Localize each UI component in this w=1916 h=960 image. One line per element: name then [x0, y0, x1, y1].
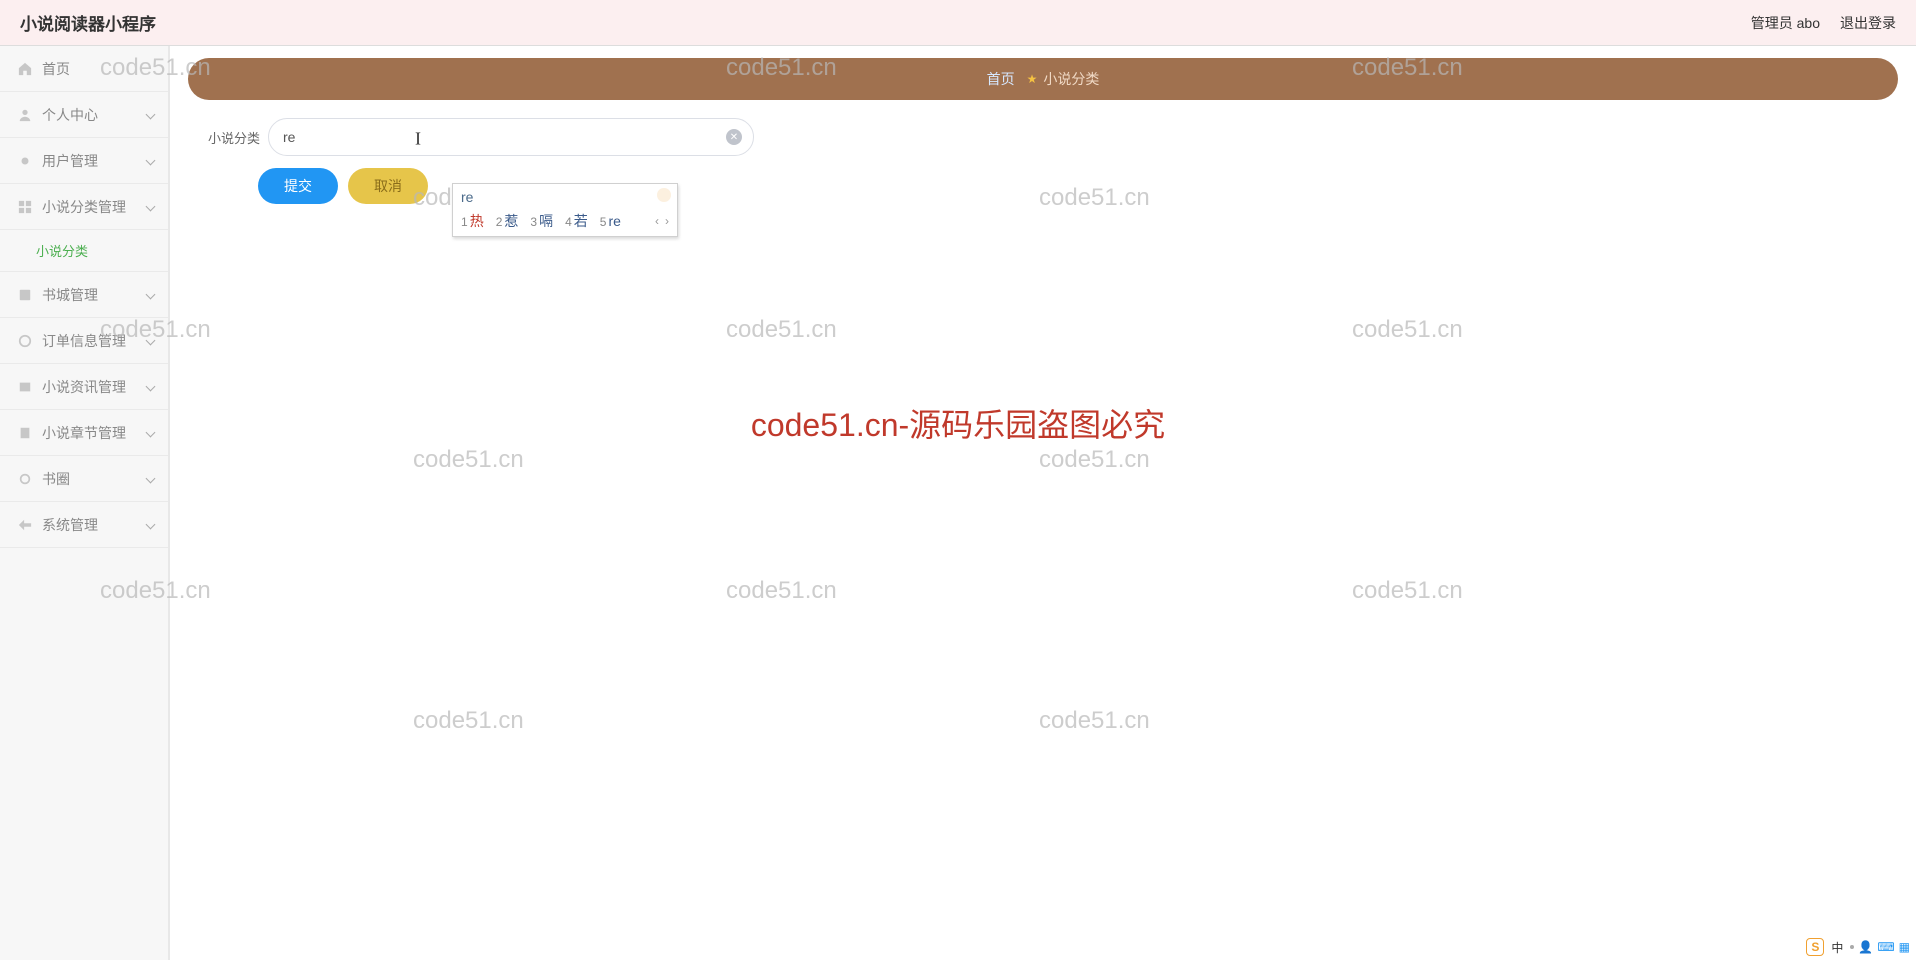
ime-lang-indicator[interactable]: 中	[1831, 939, 1843, 956]
sidebar-item-home[interactable]: 首页	[0, 46, 168, 92]
ime-prev-icon[interactable]: ‹	[655, 214, 659, 228]
sogou-logo-icon: S	[1806, 938, 1824, 956]
sidebar-item-category[interactable]: 小说分类管理	[0, 184, 168, 230]
sidebar-item-label: 小说分类管理	[42, 197, 126, 217]
ime-status-bar[interactable]: S 中 👤 ⌨ ▦	[1806, 938, 1910, 956]
admin-label[interactable]: 管理员 abo	[1751, 13, 1820, 33]
ime-candidate[interactable]: 3嗝	[530, 211, 553, 231]
ime-dot-icon	[1850, 945, 1854, 949]
ime-composition: re	[453, 184, 677, 208]
sidebar-item-news[interactable]: 小说资讯管理	[0, 364, 168, 410]
news-icon	[18, 380, 32, 394]
ime-candidate-popup: re 1热 2惹 3嗝 4若 5re ‹ ›	[452, 183, 678, 237]
sidebar-item-profile[interactable]: 个人中心	[0, 92, 168, 138]
ime-grid-icon[interactable]: ▦	[1899, 940, 1910, 954]
text-cursor-icon: I	[415, 128, 421, 149]
sidebar-item-label: 小说章节管理	[42, 423, 126, 443]
sidebar-item-label: 小说资讯管理	[42, 377, 126, 397]
sidebar-subitem-label: 小说分类	[36, 241, 88, 260]
category-input[interactable]	[268, 118, 754, 156]
header-bar: 小说阅读器小程序 管理员 abo 退出登录	[0, 0, 1916, 46]
ime-next-icon[interactable]: ›	[665, 214, 669, 228]
sidebar: 首页 个人中心 用户管理 小说分类管理 小说分类 书城管理 订单信息管理 小说资…	[0, 46, 170, 960]
sidebar-item-chapters[interactable]: 小说章节管理	[0, 410, 168, 456]
category-icon	[18, 200, 32, 214]
ime-person-icon[interactable]: 👤	[1858, 940, 1873, 954]
app-title: 小说阅读器小程序	[20, 10, 156, 35]
category-label: 小说分类	[198, 128, 260, 147]
book-icon	[18, 288, 32, 302]
clear-icon[interactable]: ✕	[726, 129, 742, 145]
logout-link[interactable]: 退出登录	[1840, 13, 1896, 33]
home-icon	[18, 62, 32, 76]
sidebar-item-system[interactable]: 系统管理	[0, 502, 168, 548]
main-content: 首页 ★ 小说分类 小说分类 ✕ I 提交 取消 re 1热 2惹 3嗝	[170, 46, 1916, 960]
breadcrumb: 首页 ★ 小说分类	[188, 58, 1898, 100]
header-right: 管理员 abo 退出登录	[1751, 13, 1896, 33]
ime-candidate[interactable]: 4若	[565, 211, 588, 231]
circle-icon	[18, 472, 32, 486]
star-icon: ★	[1027, 72, 1038, 86]
sidebar-item-label: 用户管理	[42, 151, 98, 171]
sidebar-item-users[interactable]: 用户管理	[0, 138, 168, 184]
button-row: 提交 取消	[188, 168, 1898, 204]
sidebar-item-bookcircle[interactable]: 书圈	[0, 456, 168, 502]
sidebar-item-orders[interactable]: 订单信息管理	[0, 318, 168, 364]
sidebar-item-label: 书圈	[42, 469, 70, 489]
chapter-icon	[18, 426, 32, 440]
ime-candidate[interactable]: 1热	[461, 211, 484, 231]
sidebar-item-label: 个人中心	[42, 105, 98, 125]
input-wrapper: ✕ I	[268, 118, 754, 156]
user-icon	[18, 108, 32, 122]
ime-candidate[interactable]: 2惹	[496, 211, 519, 231]
ime-candidate[interactable]: 5re	[600, 213, 621, 229]
sidebar-item-bookstore[interactable]: 书城管理	[0, 272, 168, 318]
ime-candidate-list: 1热 2惹 3嗝 4若 5re ‹ ›	[453, 208, 677, 236]
ime-keyboard-icon[interactable]: ⌨	[1877, 940, 1894, 954]
breadcrumb-current: 小说分类	[1043, 69, 1099, 89]
sidebar-subitem-category[interactable]: 小说分类	[0, 230, 168, 272]
sidebar-item-label: 订单信息管理	[42, 331, 126, 351]
submit-button[interactable]: 提交	[258, 168, 338, 204]
cancel-button[interactable]: 取消	[348, 168, 428, 204]
dot-icon	[18, 154, 32, 168]
ime-logo-icon	[655, 187, 673, 205]
sidebar-item-label: 首页	[42, 59, 70, 79]
order-icon	[18, 334, 32, 348]
system-icon	[18, 518, 32, 532]
breadcrumb-home[interactable]: 首页	[987, 69, 1015, 89]
sidebar-item-label: 系统管理	[42, 515, 98, 535]
form-row-category: 小说分类 ✕ I	[188, 118, 1898, 156]
sidebar-item-label: 书城管理	[42, 285, 98, 305]
